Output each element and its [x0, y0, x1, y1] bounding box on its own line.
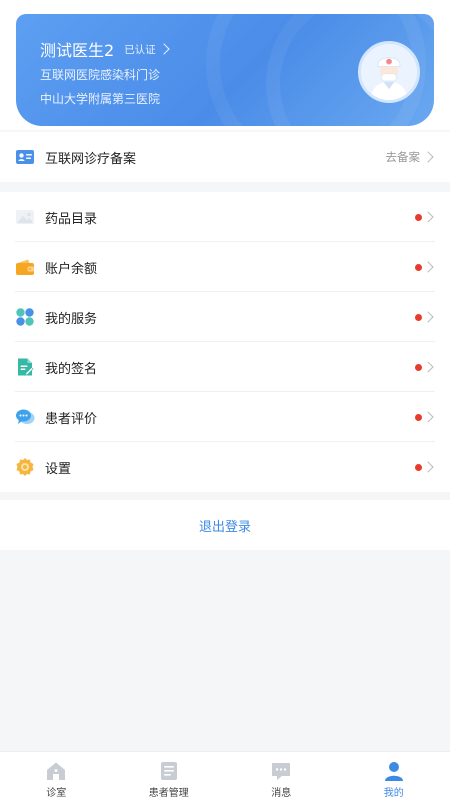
notification-dot [415, 313, 422, 321]
menu-item-label: 设置 [45, 461, 72, 477]
image-icon [15, 207, 35, 227]
person-icon [383, 760, 405, 782]
grid-icon [15, 307, 35, 327]
tab-label: 诊室 [46, 788, 67, 799]
menu-item-label: 药品目录 [45, 211, 98, 227]
notification-dot [415, 463, 422, 471]
notification-dot [415, 413, 422, 421]
logout-label: 退出登录 [198, 519, 251, 535]
folder-icon [158, 760, 180, 782]
id-card-icon [15, 147, 35, 167]
menu-item-my-services[interactable]: 我的服务 [0, 292, 450, 342]
wallet-icon [15, 257, 35, 277]
doctor-department: 互联网医院感染科门诊 [40, 68, 161, 82]
chevron-right-icon [422, 311, 434, 323]
chat-bubble-icon [15, 407, 35, 427]
notification-dot [415, 263, 422, 271]
menu-item-patient-reviews[interactable]: 患者评价 [0, 392, 450, 442]
record-row[interactable]: 互联网诊疗备案 去备案 [0, 132, 450, 182]
tab-label: 我的 [383, 788, 404, 799]
chevron-right-icon [422, 151, 434, 163]
document-sign-icon [15, 357, 35, 377]
logout-button[interactable]: 退出登录 [0, 500, 450, 550]
home-icon [45, 760, 67, 782]
menu-item-drug-catalog[interactable]: 药品目录 [0, 192, 450, 242]
tab-label: 消息 [271, 788, 292, 799]
doctor-hospital: 中山大学附属第三医院 [40, 92, 161, 106]
record-label: 互联网诊疗备案 [45, 151, 137, 167]
record-section: 互联网诊疗备案 去备案 [0, 132, 450, 182]
tab-mine[interactable]: 我的 [338, 752, 450, 800]
doctor-profile-card[interactable]: 测试医生2 已认证 互联网医院感染科门诊 中山大学附属第三医院 [16, 14, 434, 126]
chevron-right-icon [158, 43, 170, 55]
doctor-name: 测试医生2 [40, 41, 115, 60]
notification-dot [415, 363, 422, 371]
doctor-avatar[interactable] [358, 41, 420, 103]
tab-messages[interactable]: 消息 [225, 752, 338, 800]
chevron-right-icon [422, 361, 434, 373]
menu-item-label: 我的签名 [45, 361, 98, 377]
menu-item-my-signature[interactable]: 我的签名 [0, 342, 450, 392]
tab-label: 患者管理 [148, 788, 189, 799]
gear-icon [15, 457, 35, 477]
bottom-tab-bar: 诊室 患者管理 消息 我的 [0, 751, 450, 800]
doctor-name-row[interactable]: 测试医生2 已认证 [40, 37, 170, 61]
tab-patient-management[interactable]: 患者管理 [113, 752, 226, 800]
verified-badge: 已认证 [124, 43, 156, 56]
menu-section: 药品目录 账户余额 我的服务 我的签名 患者评价 设置 [0, 192, 450, 492]
chevron-right-icon [422, 461, 434, 473]
menu-item-label: 我的服务 [45, 311, 98, 327]
chevron-right-icon [422, 261, 434, 273]
message-icon [270, 760, 292, 782]
record-action[interactable]: 去备案 [386, 149, 421, 165]
menu-item-label: 患者评价 [45, 411, 98, 427]
menu-item-account-balance[interactable]: 账户余额 [0, 242, 450, 292]
chevron-right-icon [422, 211, 434, 223]
doctor-avatar-icon [361, 44, 417, 100]
notification-dot [415, 213, 422, 221]
chevron-right-icon [422, 411, 434, 423]
menu-item-label: 账户余额 [45, 261, 98, 277]
tab-clinic[interactable]: 诊室 [0, 752, 113, 800]
menu-item-settings[interactable]: 设置 [0, 442, 450, 492]
